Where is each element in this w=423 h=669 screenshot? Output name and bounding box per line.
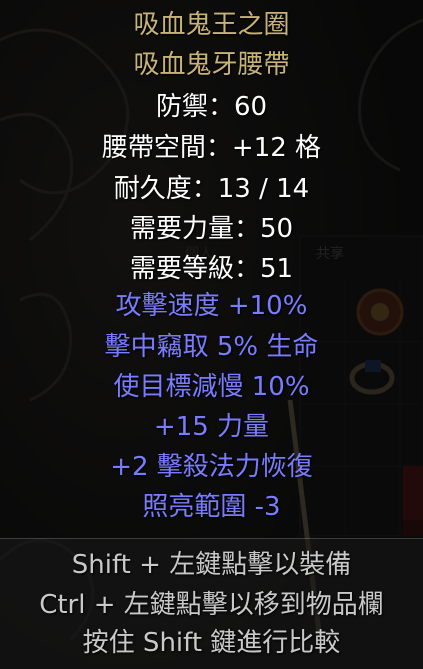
hint-move: Ctrl + 左鍵點擊以移到物品欄 <box>39 590 384 620</box>
item-defense: 防禦：60 <box>155 92 268 122</box>
item-req-strength: 需要力量：50 <box>129 214 294 244</box>
item-mod: 照亮範圍 -3 <box>142 492 281 522</box>
item-mod: +2 擊殺法力恢復 <box>110 452 313 482</box>
item-mod: 使目標減慢 10% <box>113 372 310 402</box>
item-base-type: 吸血鬼牙腰帶 <box>133 50 290 80</box>
item-mod: 擊中竊取 5% 生命 <box>104 332 319 362</box>
item-mod: 攻擊速度 +10% <box>115 291 308 321</box>
item-name: 吸血鬼王之圈 <box>133 10 290 40</box>
item-mod: +15 力量 <box>153 412 270 442</box>
item-durability: 耐久度：13 / 14 <box>113 174 310 204</box>
item-req-level: 需要等級：51 <box>129 254 294 284</box>
item-belt-size: 腰帶空間：+12 格 <box>101 133 322 163</box>
hint-compare: 按住 Shift 鍵進行比較 <box>82 628 341 658</box>
item-tooltip: 吸血鬼王之圈 吸血鬼牙腰帶 防禦：60 腰帶空間：+12 格 耐久度：13 / … <box>0 0 423 669</box>
hint-equip: Shift + 左鍵點擊以裝備 <box>71 550 352 580</box>
